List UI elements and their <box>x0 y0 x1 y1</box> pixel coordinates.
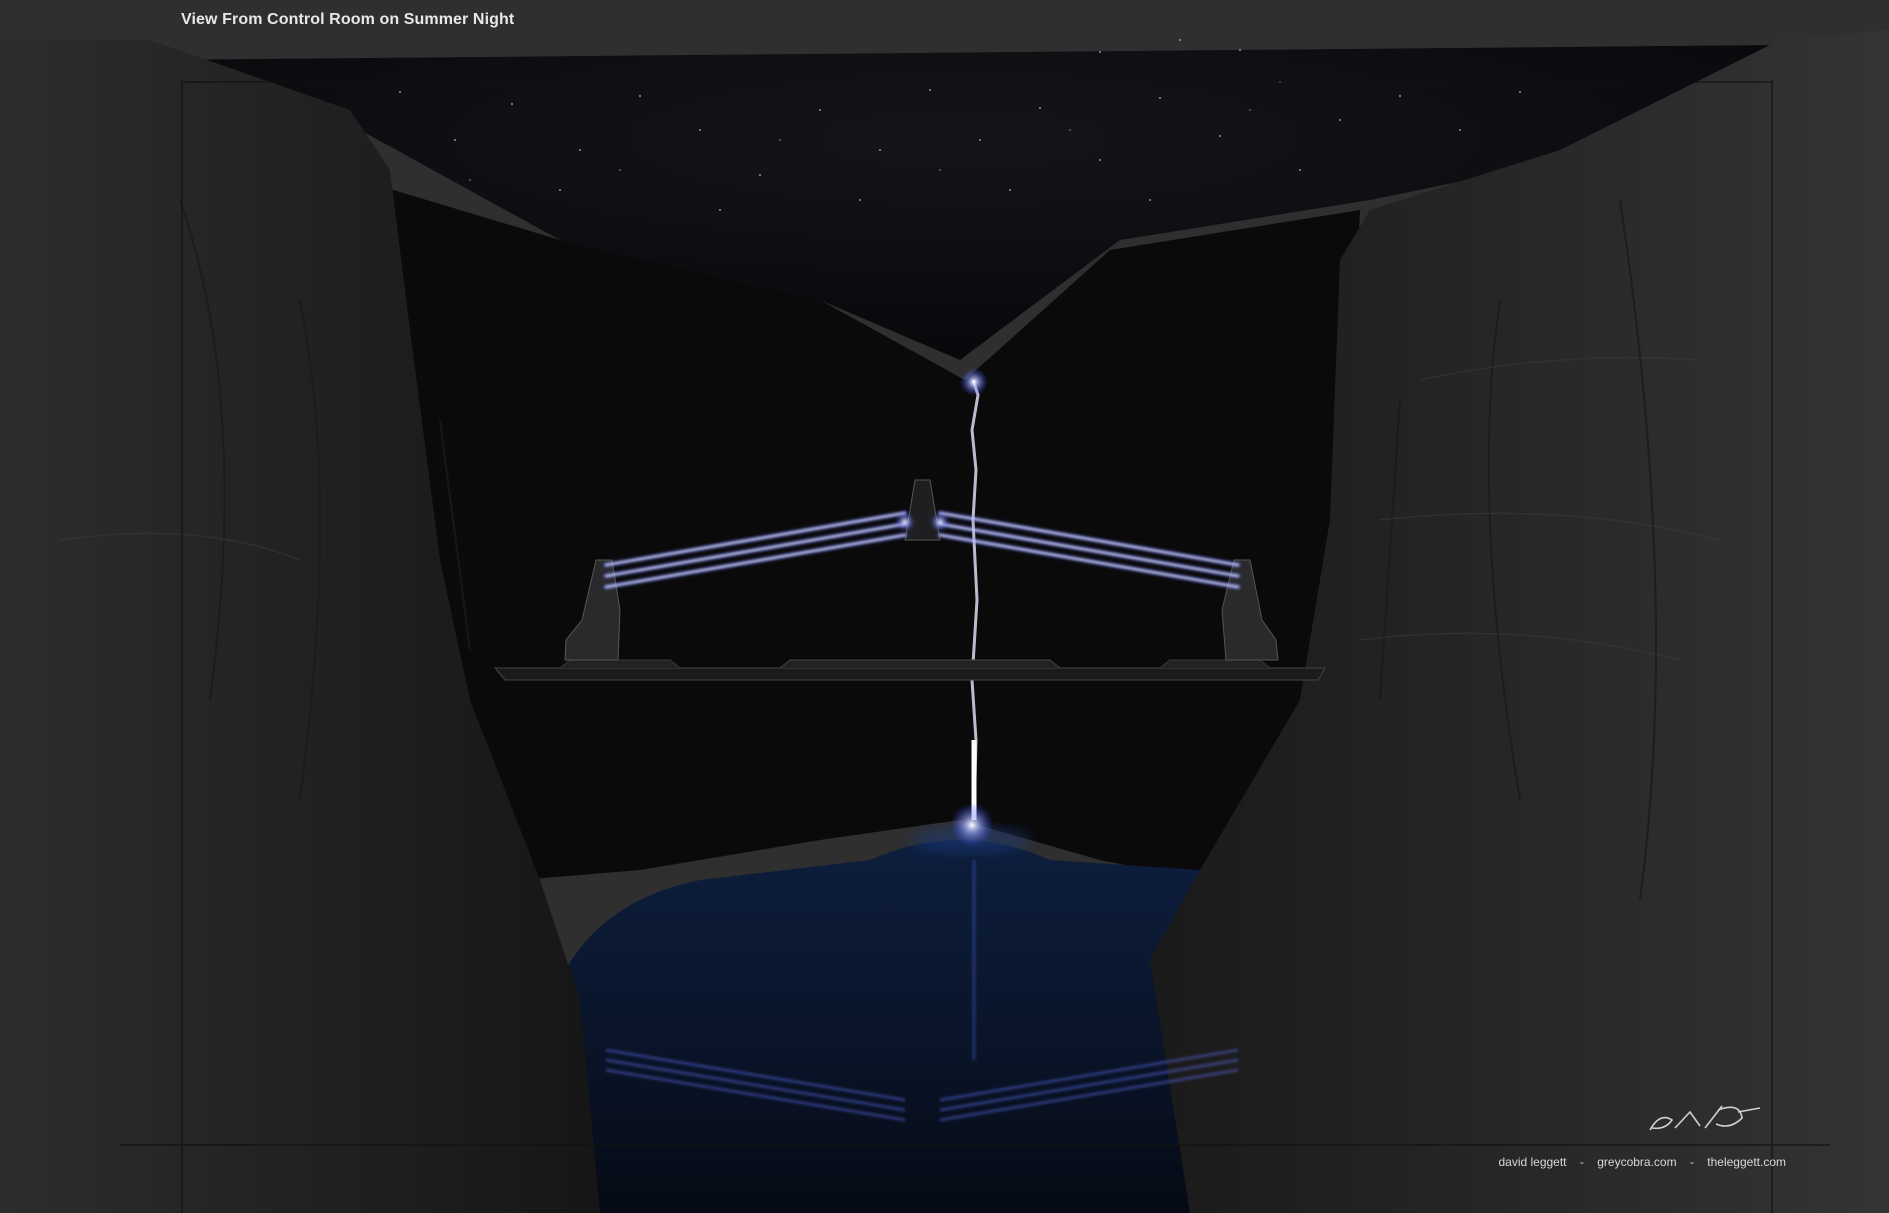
artist-credits: david leggett - greycobra.com - thelegge… <box>1498 1155 1786 1169</box>
water <box>552 840 1200 1213</box>
site-link-greycobra[interactable]: greycobra.com <box>1597 1155 1676 1169</box>
concept-painting <box>0 30 1889 1213</box>
site-link-theleggett[interactable]: theleggett.com <box>1707 1155 1786 1169</box>
artwork-canvas: View From Control Room on Summer Night d… <box>0 0 1889 1213</box>
credits-separator: - <box>1689 1155 1694 1169</box>
artwork-title: View From Control Room on Summer Night <box>181 11 515 28</box>
artist-name: david leggett <box>1498 1155 1567 1169</box>
credits-separator: - <box>1579 1155 1584 1169</box>
